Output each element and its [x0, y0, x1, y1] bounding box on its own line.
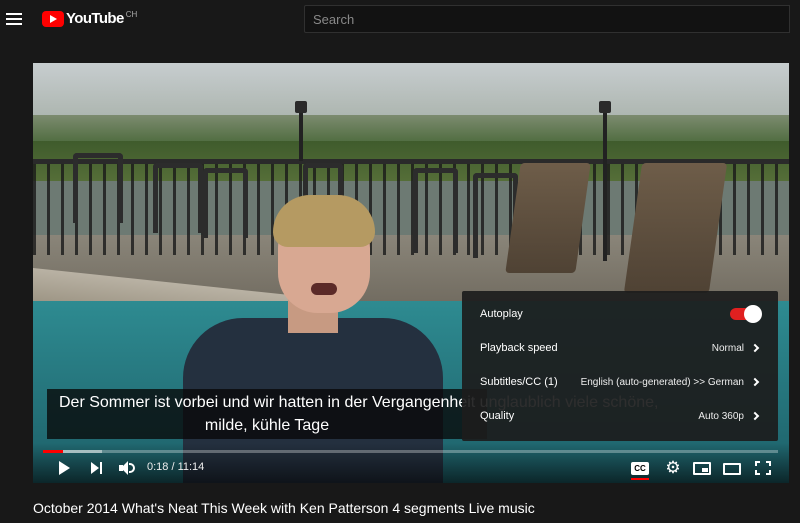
playback-speed-label: Playback speed — [480, 342, 558, 354]
playback-speed-row[interactable]: Playback speed Normal — [462, 331, 778, 365]
miniplayer-icon[interactable] — [693, 462, 711, 475]
volume-icon[interactable] — [117, 460, 137, 476]
quality-row[interactable]: Quality Auto 360p — [462, 399, 778, 433]
quality-value: Auto 360p — [698, 410, 744, 422]
playback-speed-value: Normal — [711, 342, 744, 354]
country-code: CH — [125, 10, 138, 19]
hamburger-menu-icon[interactable] — [4, 8, 24, 30]
settings-gear-icon[interactable]: ⚙ — [663, 459, 683, 476]
chevron-right-icon — [750, 377, 760, 387]
logo-text: YouTube — [66, 10, 124, 27]
subtitles-row[interactable]: Subtitles/CC (1) English (auto-generated… — [462, 365, 778, 399]
autoplay-row[interactable]: Autoplay — [462, 297, 778, 331]
autoplay-toggle[interactable] — [730, 305, 762, 323]
theater-mode-icon[interactable] — [723, 463, 741, 475]
fullscreen-icon[interactable] — [755, 461, 771, 475]
masthead: YouTube CH — [0, 0, 800, 40]
autoplay-label: Autoplay — [480, 308, 523, 320]
progress-played — [43, 450, 63, 453]
quality-label: Quality — [480, 410, 515, 422]
search-input[interactable] — [304, 5, 790, 33]
play-icon[interactable] — [55, 460, 75, 476]
next-video-icon[interactable] — [87, 460, 107, 476]
time-display: 0:18 / 11:14 — [147, 461, 205, 473]
subtitle-caption: Der Sommer ist vorbei und wir hatten in … — [47, 389, 659, 439]
video-player[interactable]: Der Sommer ist vorbei und wir hatten in … — [33, 63, 789, 483]
caption-line-1: Der Sommer ist vorbei und wir hatten in … — [59, 394, 659, 411]
subtitles-value: English (auto-generated) >> German — [580, 376, 744, 388]
settings-menu: Autoplay Playback speed Normal Subtitles… — [462, 291, 778, 441]
player-controls: 0:18 / 11:14 CC ⚙ — [33, 443, 789, 483]
subtitles-label: Subtitles/CC (1) — [480, 376, 558, 388]
toggle-knob — [744, 305, 762, 323]
youtube-logo[interactable]: YouTube CH — [42, 9, 137, 29]
video-title: October 2014 What's Neat This Week with … — [33, 500, 535, 516]
chevron-right-icon — [750, 411, 760, 421]
youtube-play-logo-icon — [42, 11, 64, 27]
chevron-right-icon — [750, 343, 760, 353]
progress-bar[interactable] — [43, 450, 778, 453]
cc-active-indicator — [631, 478, 649, 480]
closed-captions-icon[interactable]: CC — [631, 462, 649, 475]
caption-line-2: milde, kühle Tage — [204, 417, 330, 434]
